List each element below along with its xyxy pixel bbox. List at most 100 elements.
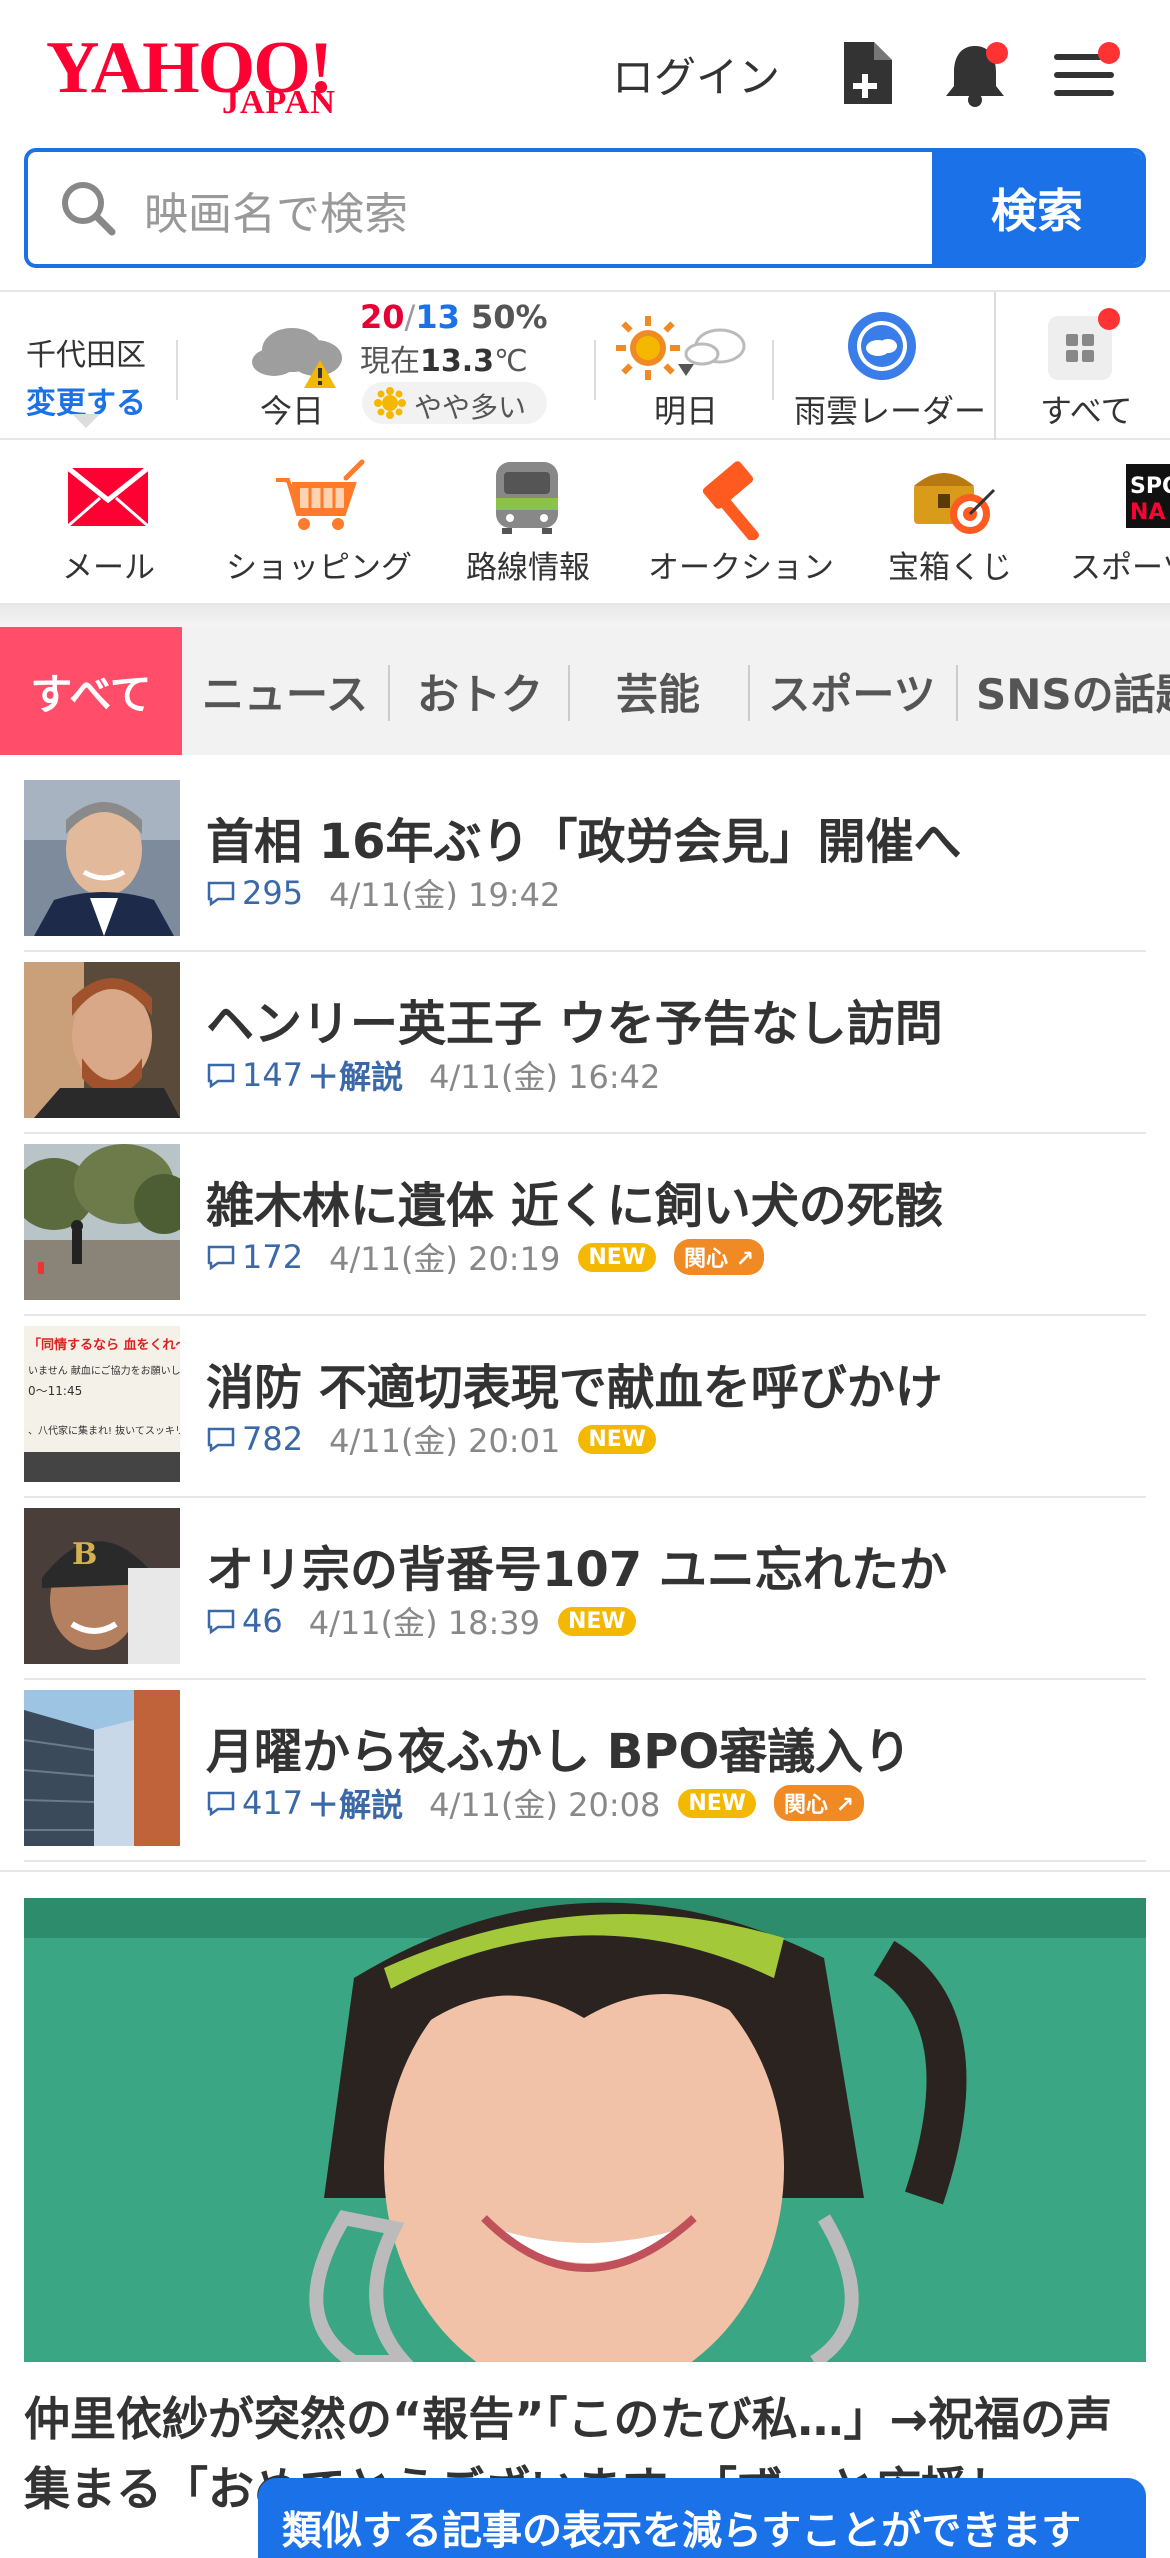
service-shortcuts: メール ショッピング 路線情報 オークション 宝箱くじ SP NA スポー	[0, 440, 1170, 605]
tab-news[interactable]: ニュース	[190, 627, 380, 755]
comment-count[interactable]: 172	[206, 1238, 303, 1276]
service-label: オークション	[648, 550, 834, 586]
today-label: 今日	[260, 392, 325, 430]
temp-slash: /	[404, 298, 416, 336]
thumb-text-1: 「同情するなら 血をくれ～」	[28, 1338, 180, 1353]
category-tabs: すべて ニュース おトク 芸能 スポーツ SNSの話題	[0, 627, 1170, 755]
tab-entertainment[interactable]: 芸能	[570, 627, 746, 755]
search-box: 映画名で検索 検索	[24, 148, 1146, 268]
shopping-cart-icon	[270, 458, 366, 538]
yahoo-japan-logo[interactable]: YAHOO! JAPAN	[46, 28, 366, 121]
comment-count[interactable]: 147	[206, 1056, 303, 1094]
all-notification-dot	[1098, 308, 1120, 330]
new-badge: NEW	[578, 1424, 657, 1454]
news-thumbnail	[24, 780, 180, 936]
commentary-label: ＋解説	[307, 1058, 404, 1096]
search-input[interactable]: 映画名で検索	[144, 178, 408, 242]
location-caret-icon	[72, 414, 100, 428]
logo-sub-text: JAPAN	[222, 84, 336, 121]
location-area: 千代田区	[26, 338, 146, 373]
tab-all[interactable]: すべて	[0, 627, 182, 755]
news-title: 消防 不適切表現で献血を呼びかけ	[206, 1360, 943, 1416]
news-item[interactable]: 雑木林に遺体 近くに飼い犬の死骸 172 4/11(金) 20:19 NEW 関…	[24, 1134, 1146, 1316]
similar-articles-toast[interactable]: 類似する記事の表示を減らすことができます	[258, 2478, 1146, 2558]
divider	[772, 340, 774, 400]
high-temp: 20	[360, 298, 405, 336]
news-meta: 172 4/11(金) 20:19 NEW 関心 ↗	[206, 1234, 765, 1280]
news-title: ヘンリー英王子 ウを予告なし訪問	[206, 996, 943, 1052]
news-meta: 417 ＋解説 4/11(金) 20:08 NEW 関心 ↗	[206, 1780, 865, 1826]
tab-separator	[748, 665, 750, 721]
news-item[interactable]: ヘンリー英王子 ウを予告なし訪問 147 ＋解説 4/11(金) 16:42	[24, 952, 1146, 1134]
comment-icon	[207, 1063, 235, 1088]
interest-badge: 関心 ↗	[774, 1785, 865, 1821]
notification-dot	[986, 42, 1008, 64]
news-time: 4/11(金) 20:01	[329, 1422, 561, 1460]
comment-icon	[207, 1427, 235, 1452]
news-title: 雑木林に遺体 近くに飼い犬の死骸	[206, 1178, 943, 1234]
tab-sports[interactable]: スポーツ	[752, 627, 952, 755]
comment-count[interactable]: 295	[206, 874, 303, 912]
tab-sns[interactable]: SNSの話題	[976, 627, 1170, 755]
temperature: 20/13 50%	[360, 298, 548, 336]
radar-icon	[844, 308, 920, 388]
service-train[interactable]: 路線情報	[462, 440, 592, 600]
news-time: 4/11(金) 18:39	[308, 1604, 540, 1642]
bell-icon[interactable]	[942, 40, 1008, 108]
comment-count[interactable]: 417	[206, 1784, 303, 1822]
all-label: すべて	[1040, 392, 1133, 430]
service-treasure[interactable]: 宝箱くじ	[888, 440, 1018, 600]
new-badge: NEW	[557, 1606, 636, 1636]
news-meta: 46 4/11(金) 18:39 NEW	[206, 1598, 636, 1644]
auction-hammer-icon	[700, 458, 786, 544]
news-meta: 295 4/11(金) 19:42	[206, 870, 560, 916]
featured-image[interactable]	[24, 1898, 1146, 2362]
news-item[interactable]: 首相 16年ぶり「政労会見」開催へ 295 4/11(金) 19:42	[24, 770, 1146, 952]
commentary-label: ＋解説	[307, 1786, 404, 1824]
pollen-badge: やや多い	[362, 382, 547, 424]
hamburger-menu-icon[interactable]	[1052, 40, 1120, 108]
news-item[interactable]: 月曜から夜ふかし BPO審議入り 417 ＋解説 4/11(金) 20:08 N…	[24, 1680, 1146, 1862]
location[interactable]: 千代田区 変更する	[26, 330, 146, 422]
news-item[interactable]: 「同情するなら 血をくれ～」 いません 献血にご協力をお願いします。 0～11:…	[24, 1316, 1146, 1498]
service-auction[interactable]: オークション	[648, 440, 838, 600]
current-unit: ℃	[494, 344, 528, 379]
service-sports[interactable]: SPONA スポーツ	[1070, 440, 1170, 600]
trending-up-icon: ↗	[835, 1793, 855, 1818]
service-label: メール	[62, 550, 155, 586]
comment-count[interactable]: 782	[206, 1420, 303, 1458]
section-gap	[0, 605, 1170, 629]
search-button[interactable]: 検索	[932, 152, 1142, 264]
section-divider	[0, 1870, 1170, 1872]
news-title: 月曜から夜ふかし BPO審議入り	[206, 1724, 912, 1780]
comment-number: 417	[242, 1784, 304, 1822]
thumb-text-4: 、八代家に集まれ! 抜いてスッキリしよ～!	[28, 1426, 180, 1437]
sunny-then-cloudy-icon	[616, 314, 752, 390]
cloudy-icon	[246, 310, 356, 394]
news-thumbnail	[24, 1690, 180, 1846]
service-label: 路線情報	[466, 550, 590, 586]
add-document-icon[interactable]	[836, 40, 900, 108]
tomorrow-label: 明日	[654, 392, 719, 430]
news-time: 4/11(金) 20:19	[329, 1240, 561, 1278]
news-item[interactable]: B オリ宗の背番号107 ユニ忘れたか 46 4/11(金) 18:39 NEW	[24, 1498, 1146, 1680]
comment-number: 172	[242, 1238, 304, 1276]
tab-deals[interactable]: おトク	[394, 627, 566, 755]
thumb-text-2: いません 献血にご協力をお願いします。	[28, 1366, 180, 1377]
rain-chance: 50%	[470, 298, 548, 336]
thumb-footer	[24, 1452, 180, 1482]
news-thumbnail: 「同情するなら 血をくれ～」 いません 献血にご協力をお願いします。 0～11:…	[24, 1326, 180, 1482]
service-mail[interactable]: メール	[58, 440, 188, 600]
login-link[interactable]: ログイン	[612, 44, 780, 105]
divider	[994, 292, 996, 442]
header: YAHOO! JAPAN ログイン	[0, 0, 1170, 145]
news-time: 4/11(金) 19:42	[329, 876, 561, 914]
thumb-text-3: 0～11:45	[28, 1384, 83, 1398]
interest-label: 関心	[784, 1793, 829, 1818]
news-title: オリ宗の背番号107 ユニ忘れたか	[206, 1542, 947, 1598]
service-shopping[interactable]: ショッピング	[222, 440, 412, 600]
comment-count[interactable]: 46	[206, 1602, 283, 1640]
new-badge: NEW	[578, 1242, 657, 1272]
treasure-box-icon	[910, 458, 1000, 542]
news-meta: 147 ＋解説 4/11(金) 16:42	[206, 1052, 660, 1098]
